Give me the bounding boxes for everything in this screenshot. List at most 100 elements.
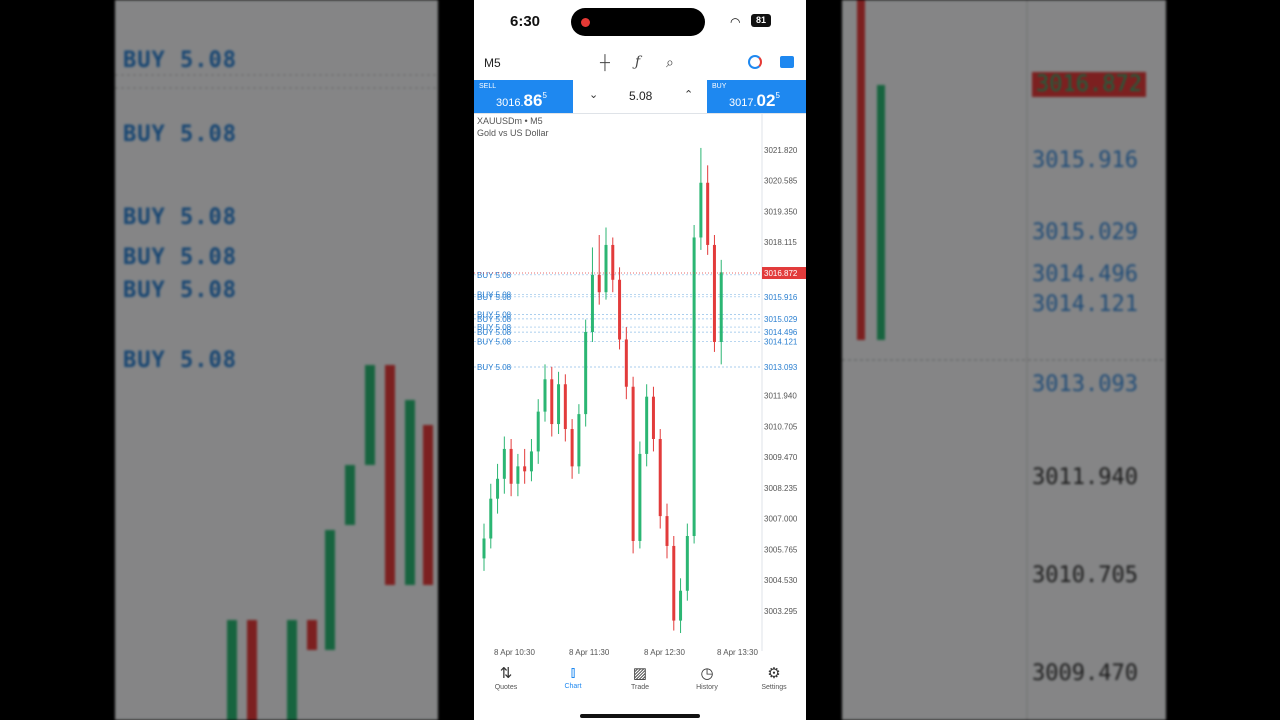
candle xyxy=(516,466,520,484)
history-icon: ◷ xyxy=(700,665,714,682)
position-label: BUY 5.08 xyxy=(477,363,512,372)
nav-quotes-label: Quotes xyxy=(494,684,518,691)
buy-price-sup: 5 xyxy=(775,91,780,100)
symbol-info: XAUUSDm • M5 Gold vs US Dollar xyxy=(477,115,549,139)
candle xyxy=(706,182,710,245)
indicators-icon[interactable]: ƒ xyxy=(635,54,640,70)
candle xyxy=(590,274,594,333)
sell-label: SELL xyxy=(479,83,497,90)
price-axis-label: 3013.093 xyxy=(764,363,798,372)
sell-price-big: 86 xyxy=(523,91,543,110)
buy-button[interactable]: BUY 3017.025 xyxy=(707,80,806,113)
price-axis-label: 3008.235 xyxy=(764,484,798,493)
one-click-trade-panel: SELL 3016.865 ⌄ 5.08 ⌃ BUY 3017.025 xyxy=(474,80,806,114)
price-axis-label: 3007.000 xyxy=(764,515,798,524)
nav-settings[interactable]: ⚙ Settings xyxy=(744,664,804,691)
price-axis-label: 3020.585 xyxy=(764,177,798,186)
time-axis-label: 8 Apr 11:30 xyxy=(569,648,610,657)
nav-history-label: History xyxy=(696,684,718,691)
candle xyxy=(584,332,588,415)
trade-icon[interactable] xyxy=(780,56,794,68)
symbol-name: XAUUSDm • M5 xyxy=(477,116,543,126)
candle xyxy=(712,244,716,342)
buy-label: BUY xyxy=(712,83,727,90)
price-axis-label: 3014.496 xyxy=(764,328,798,337)
nav-history[interactable]: ◷ History xyxy=(677,664,737,691)
candle xyxy=(692,237,696,537)
price-chart[interactable]: BUY 5.08BUY 5.08BUY 5.08BUY 5.08BUY 5.08… xyxy=(474,113,806,660)
position-label: BUY 5.08 xyxy=(477,271,512,280)
nav-trade-label: Trade xyxy=(630,684,650,691)
time-axis-label: 8 Apr 13:30 xyxy=(717,648,758,657)
trade-chart-icon: ▨ xyxy=(632,665,648,682)
price-axis-label: 3010.705 xyxy=(764,422,798,431)
bg-price-label: 3013.093 xyxy=(1032,372,1138,397)
bg-price-label: 3015.916 xyxy=(1032,148,1138,173)
account-icon[interactable] xyxy=(748,55,762,69)
candle xyxy=(529,451,533,472)
status-bar: 6:30 ◠ 81 xyxy=(474,0,806,44)
status-time: 6:30 xyxy=(510,13,541,30)
sell-button[interactable]: SELL 3016.865 xyxy=(474,80,573,113)
nav-chart[interactable]: ⫾ Chart xyxy=(543,664,603,690)
bg-right-candles xyxy=(842,0,1166,720)
dynamic-island xyxy=(571,8,705,36)
candle xyxy=(679,590,683,621)
buy-price-main: 3017. xyxy=(729,97,757,109)
candle xyxy=(665,516,669,546)
candle xyxy=(611,244,615,280)
price-axis-label: 3014.121 xyxy=(764,337,798,346)
candles-icon: ⫾ xyxy=(570,664,576,681)
battery-icon: 81 xyxy=(751,14,771,27)
volume-increase-icon[interactable]: ⌃ xyxy=(684,88,693,101)
position-label: BUY 5.08 xyxy=(477,337,512,346)
bg-price-label: 3015.029 xyxy=(1032,220,1138,245)
nav-quotes[interactable]: ⇅ Quotes xyxy=(476,664,536,691)
candle xyxy=(577,414,581,467)
bg-price-label: 3011.940 xyxy=(1032,465,1138,490)
price-axis-label: 3009.470 xyxy=(764,453,798,462)
candle xyxy=(496,478,500,499)
time-axis-label: 8 Apr 10:30 xyxy=(494,648,535,657)
crosshair-icon[interactable]: ┼ xyxy=(600,54,610,70)
price-axis-label: 3021.820 xyxy=(764,146,798,155)
candle xyxy=(645,396,649,454)
buy-price-big: 02 xyxy=(756,91,776,110)
timeframe-button[interactable]: M5 xyxy=(484,56,501,70)
recording-indicator-icon xyxy=(581,18,590,27)
bottom-nav: ⇅ Quotes ⫾ Chart ▨ Trade ◷ History ⚙ Set… xyxy=(474,660,806,720)
symbol-description: Gold vs US Dollar xyxy=(477,128,549,138)
position-label: BUY 5.08 xyxy=(477,293,512,302)
candle xyxy=(685,536,689,591)
bg-price-label: 3016.872 xyxy=(1032,72,1146,97)
price-axis-label: 3015.029 xyxy=(764,315,798,324)
price-axis-label: 3004.530 xyxy=(764,576,798,585)
candle xyxy=(651,396,655,439)
nav-settings-label: Settings xyxy=(761,684,787,691)
volume-decrease-icon[interactable]: ⌄ xyxy=(589,88,598,101)
candle xyxy=(672,545,676,621)
sell-price: 3016.865 xyxy=(496,91,547,111)
volume-value[interactable]: 5.08 xyxy=(629,89,652,103)
candle xyxy=(719,272,723,342)
quotes-icon: ⇅ xyxy=(499,665,513,682)
nav-trade[interactable]: ▨ Trade xyxy=(610,664,670,691)
candle xyxy=(489,498,493,539)
price-axis-label: 3011.940 xyxy=(764,392,797,401)
nav-chart-label: Chart xyxy=(564,683,582,690)
current-price-label: 3016.872 xyxy=(764,269,798,278)
price-axis-label: 3005.765 xyxy=(764,545,798,554)
price-axis-label: 3018.115 xyxy=(764,238,797,247)
background-left-copy: BUY 5.08 BUY 5.08 BUY 5.08 BUY 5.08 BUY … xyxy=(115,0,438,720)
price-axis-label: 3015.916 xyxy=(764,293,798,302)
phone-screen: 6:30 ◠ 81 M5 ┼ ƒ ⌕ SELL 3016.865 ⌄ 5.08 … xyxy=(474,0,806,720)
bg-left-candles xyxy=(115,74,438,720)
candle xyxy=(482,538,486,559)
candle xyxy=(638,453,642,541)
candle xyxy=(502,448,506,479)
candle xyxy=(570,429,574,467)
objects-icon[interactable]: ⌕ xyxy=(666,54,674,71)
candle xyxy=(550,379,554,425)
candle xyxy=(631,386,635,541)
price-axis-label: 3019.350 xyxy=(764,207,798,216)
